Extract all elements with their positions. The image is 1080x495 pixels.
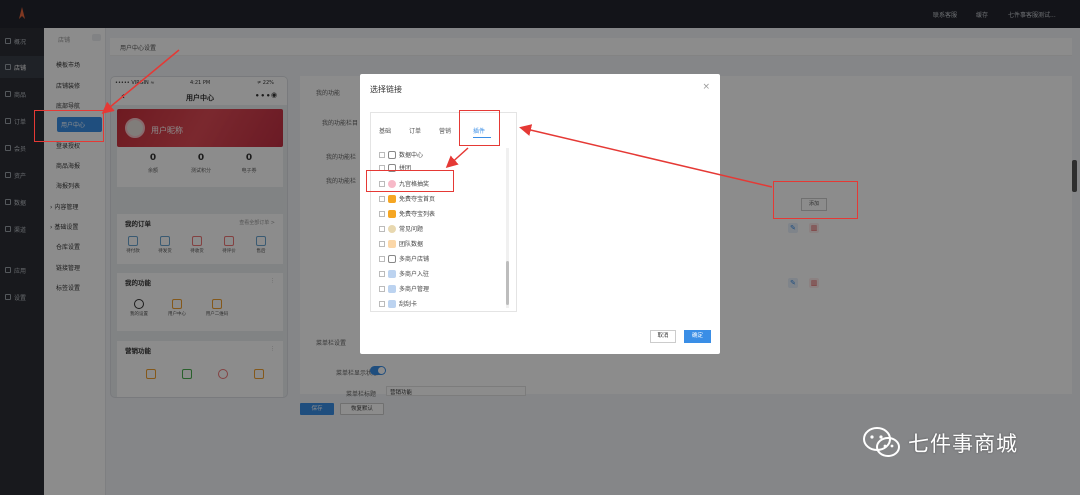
annotation-arrows: [101, 49, 773, 188]
watermark-text: 七件事商城: [908, 432, 1018, 456]
wechat-watermark: 七件事商城: [862, 426, 1018, 460]
wechat-icon: [863, 427, 900, 457]
